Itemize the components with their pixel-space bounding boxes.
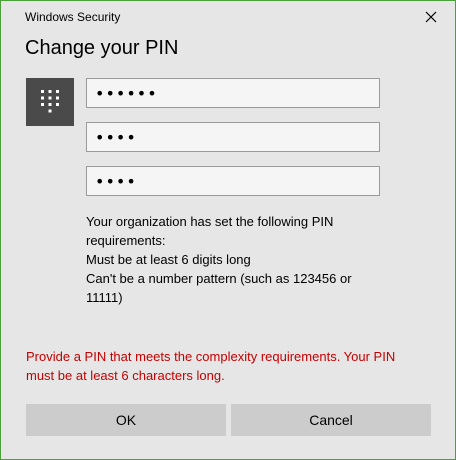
close-icon: [425, 11, 437, 23]
keypad-tile: [26, 78, 74, 126]
window-title: Windows Security: [25, 10, 121, 24]
cancel-button[interactable]: Cancel: [231, 404, 431, 436]
requirement-rule-1: Must be at least 6 digits long: [86, 252, 251, 267]
requirement-rule-2-line2: 11111): [86, 290, 123, 305]
error-line1: Provide a PIN that meets the complexity …: [26, 349, 396, 364]
error-line2: must be at least 6 characters long.: [26, 368, 225, 383]
new-pin-field[interactable]: ••••: [86, 122, 380, 152]
requirements-intro-line2: requirements:: [86, 233, 166, 248]
windows-security-dialog: Windows Security Change your PIN •••••• …: [0, 0, 456, 460]
requirement-rule-2-line1: Can't be a number pattern (such as 12345…: [86, 271, 352, 286]
ok-button[interactable]: OK: [26, 404, 226, 436]
requirements-intro-line1: Your organization has set the following …: [86, 214, 334, 229]
dialog-heading: Change your PIN: [25, 37, 179, 59]
keypad-icon: [41, 90, 59, 113]
error-message: Provide a PIN that meets the complexity …: [26, 347, 436, 385]
confirm-pin-field[interactable]: ••••: [86, 166, 380, 196]
close-button[interactable]: [409, 1, 453, 33]
title-bar: Windows Security: [1, 1, 455, 33]
current-pin-field[interactable]: ••••••: [86, 78, 380, 108]
pin-requirements: Your organization has set the following …: [86, 212, 396, 307]
